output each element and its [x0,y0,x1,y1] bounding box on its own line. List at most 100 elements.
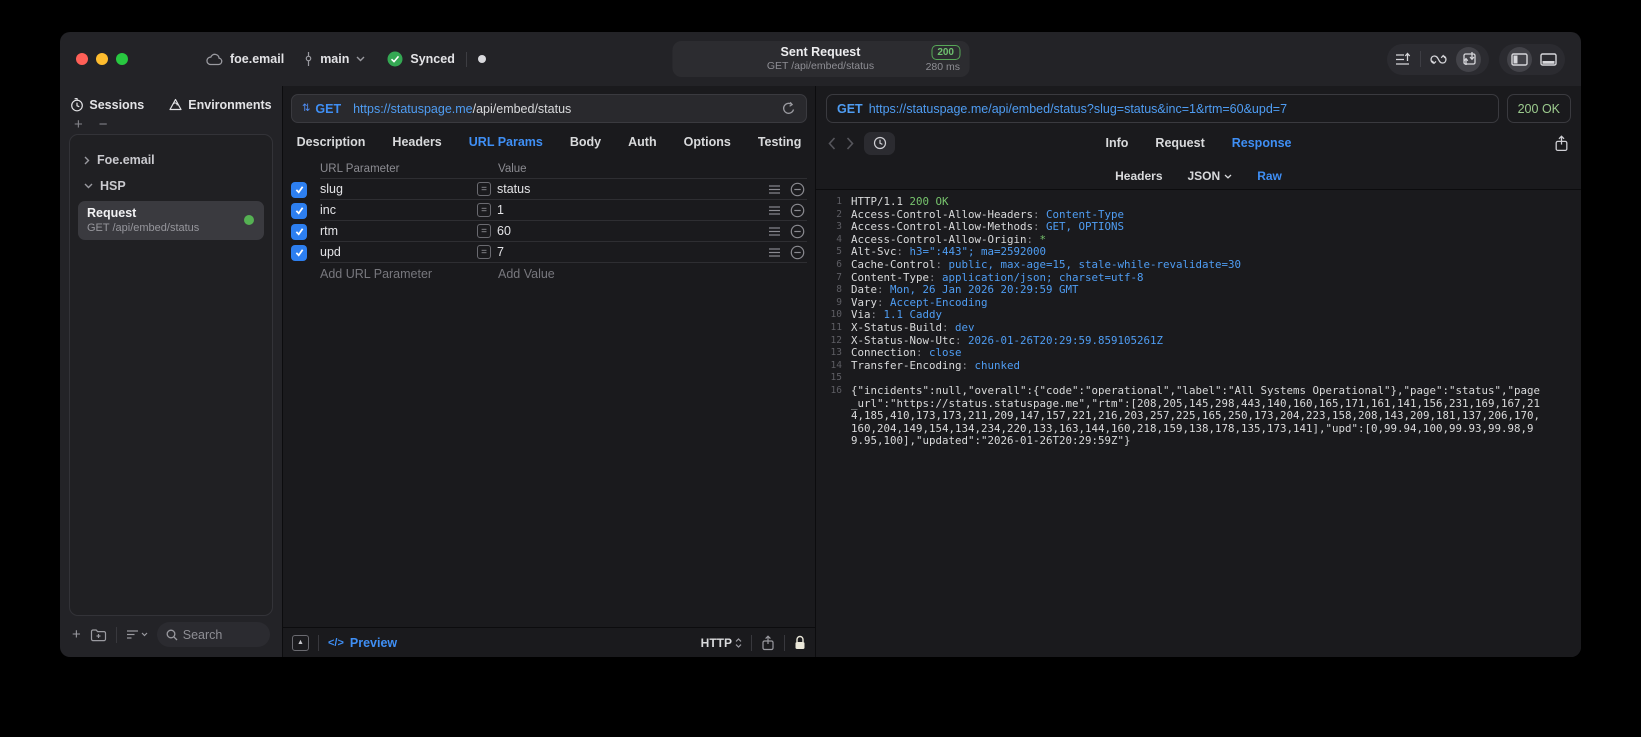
code-line: 14 Transfer-Encoding: chunked [822,358,1577,373]
add-param-value-placeholder[interactable]: Add Value [477,267,807,281]
collapse-editor-button[interactable]: ▲ [292,634,309,651]
param-lines-icon[interactable] [768,205,781,216]
param-value[interactable]: status [497,182,530,196]
param-name[interactable]: inc [320,203,477,217]
remove-param-icon[interactable] [790,203,805,218]
zoom-window-button[interactable] [116,53,128,65]
tab-sessions[interactable]: Sessions [70,98,144,112]
request-url[interactable]: https://statuspage.me/api/embed/status [353,102,571,116]
response-tab-request[interactable]: Request [1155,136,1204,150]
search-icon [166,629,178,640]
line-number: 2 [836,208,842,220]
request-tab-auth[interactable]: Auth [628,135,656,149]
line-content: Transfer-Encoding: chunked [851,358,1021,372]
request-tab-description[interactable]: Description [297,135,366,149]
param-row: rtm = 60 [291,221,807,242]
param-lines-icon[interactable] [768,247,781,258]
new-folder-icon[interactable] [90,628,107,642]
param-value[interactable]: 1 [497,203,504,217]
line-number: 4 [836,233,842,245]
request-tab-headers[interactable]: Headers [392,135,441,149]
sent-request-subtitle: GET /api/embed/status [766,60,875,73]
traffic-lights [76,53,128,65]
line-number: 12 [830,334,842,346]
environments-icon [169,98,182,111]
response-subtab-headers[interactable]: Headers [1115,169,1162,183]
tree-group-hsp[interactable]: HSP [76,173,266,199]
footer-separator [318,634,319,651]
dynamic-values-loop-icon[interactable] [1429,52,1448,67]
export-response-icon[interactable] [1554,134,1569,152]
request-tab-options[interactable]: Options [684,135,731,149]
request-success-dot [244,215,254,226]
param-checkbox[interactable] [291,223,307,240]
request-tab-testing[interactable]: Testing [758,135,802,149]
response-tab-response[interactable]: Response [1232,136,1292,150]
tab-environments[interactable]: Environments [168,98,272,112]
unsaved-dot-indicator[interactable] [477,55,486,63]
sent-request-pill[interactable]: Sent Request GET /api/embed/status 200 2… [672,41,969,77]
resend-icon[interactable] [781,101,796,116]
response-subtab-raw[interactable]: Raw [1257,169,1282,183]
toggle-sidebar-button[interactable] [1507,46,1532,72]
preview-button[interactable]: </> Preview [328,636,397,650]
param-checkbox[interactable] [291,244,307,261]
request-tab-body[interactable]: Body [570,135,601,149]
response-tabs: Info Request Response [1106,136,1292,150]
param-value[interactable]: 60 [497,224,511,238]
request-url-bar[interactable]: ⇅ GET https://statuspage.me/api/embed/st… [291,94,807,123]
param-lines-icon[interactable] [768,226,781,237]
response-subtab-json[interactable]: JSON [1188,169,1233,183]
request-list-item-selected[interactable]: Request GET /api/embed/status [78,201,264,240]
project-name[interactable]: foe.email [230,52,284,66]
forward-chevron-icon[interactable] [846,136,854,150]
back-chevron-icon[interactable] [828,136,836,150]
param-name[interactable]: slug [320,182,477,196]
request-editor-footer: ▲ </> Preview HTTP [283,627,815,657]
protocol-selector[interactable]: HTTP [701,636,742,650]
titlebar: foe.email main Synced Sent Request GET /… [60,32,1581,86]
remove-request-button[interactable]: − [99,117,108,134]
close-window-button[interactable] [76,53,88,65]
param-checkbox[interactable] [291,181,307,198]
remove-param-icon[interactable] [790,245,805,260]
share-icon[interactable] [761,634,775,651]
response-tab-info[interactable]: Info [1106,136,1129,150]
param-name[interactable]: rtm [320,224,477,238]
request-method[interactable]: GET [315,102,341,116]
param-lines-icon[interactable] [768,184,781,195]
method-stepper-icon[interactable]: ⇅ [302,103,310,114]
branch-name[interactable]: main [320,52,349,66]
send-receive-toggle[interactable] [1456,46,1481,72]
sort-filter-button[interactable] [126,629,148,640]
sent-url-field[interactable]: GET https://statuspage.me/api/embed/stat… [826,94,1499,123]
main-content: Sessions Environments + − Foe.email HSP [60,86,1581,657]
new-request-button[interactable]: + [72,627,81,642]
line-number: 14 [830,359,842,371]
add-param-name-placeholder[interactable]: Add URL Parameter [320,267,477,281]
remove-param-icon[interactable] [790,182,805,197]
updown-chevrons-icon [735,637,742,648]
add-request-button[interactable]: + [74,117,83,134]
param-checkbox[interactable] [291,202,307,219]
response-history-button[interactable] [864,131,895,155]
bottom-panel-layout-icon[interactable] [1540,52,1557,66]
tree-group-label: HSP [100,179,126,193]
chevron-down-icon[interactable] [356,56,365,62]
minimize-window-button[interactable] [96,53,108,65]
param-name[interactable]: upd [320,245,477,259]
param-value[interactable]: 7 [497,245,504,259]
search-input[interactable] [182,627,261,642]
request-tab-url-params[interactable]: URL Params [469,135,543,149]
line-number: 16 [830,384,842,396]
lock-icon[interactable] [794,635,806,650]
param-row: inc = 1 [291,200,807,221]
equals-icon: = [477,182,491,196]
request-item-title: Request [87,206,137,220]
project-controls: foe.email main Synced [206,51,486,67]
import-order-icon[interactable] [1395,52,1412,67]
sync-status-label[interactable]: Synced [410,52,454,66]
url-path: /api/embed/status [472,101,572,116]
tree-group-foe-email[interactable]: Foe.email [76,147,266,173]
remove-param-icon[interactable] [790,224,805,239]
